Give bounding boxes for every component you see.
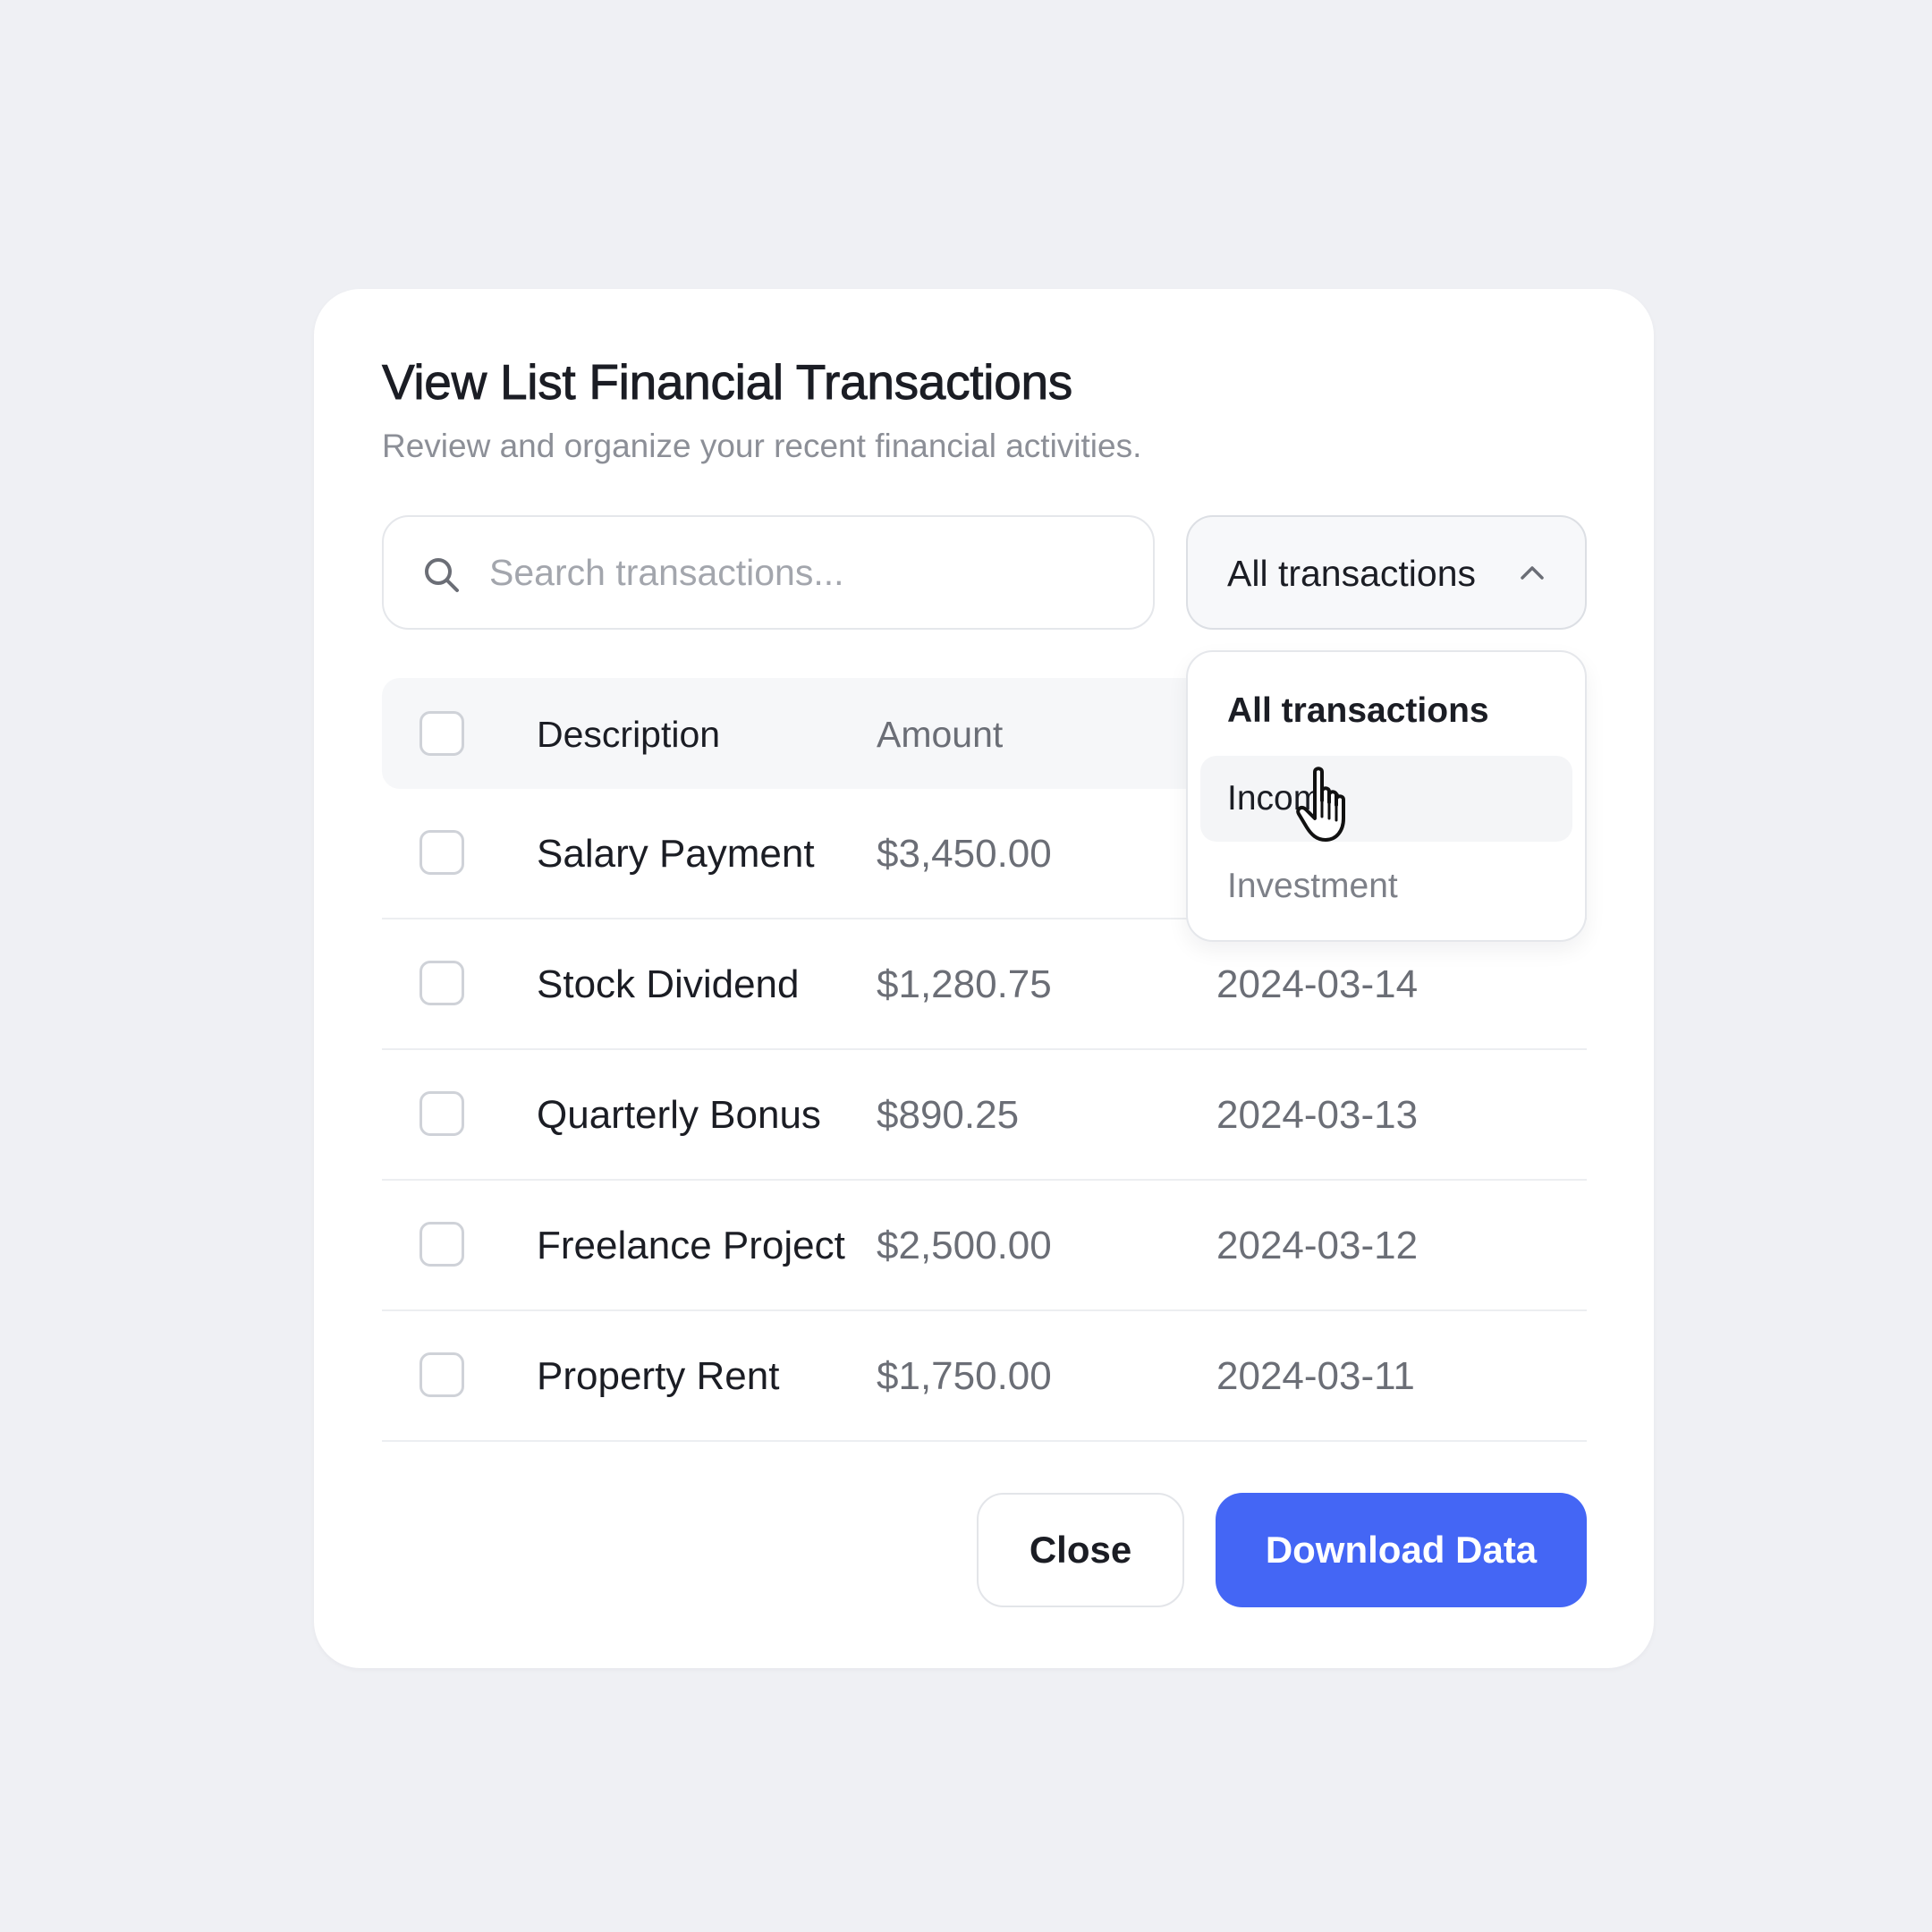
row-checkbox[interactable] bbox=[419, 1352, 464, 1397]
amount-cell: $890.25 bbox=[877, 1093, 1020, 1137]
table-row[interactable]: Property Rent $1,750.00 2024-03-11 bbox=[382, 1311, 1587, 1442]
column-header-description: Description bbox=[537, 714, 721, 755]
option-income[interactable]: Income bbox=[1200, 756, 1572, 842]
hand-pointer-cursor-icon bbox=[1296, 767, 1345, 842]
description-cell: Stock Dividend bbox=[537, 962, 800, 1006]
chevron-up-icon bbox=[1521, 566, 1544, 580]
amount-cell: $1,750.00 bbox=[877, 1354, 1052, 1398]
description-cell: Quarterly Bonus bbox=[537, 1093, 821, 1137]
row-checkbox[interactable] bbox=[419, 830, 464, 875]
date-cell: 2024-03-11 bbox=[1216, 1354, 1415, 1398]
row-checkbox[interactable] bbox=[419, 1222, 464, 1267]
amount-cell: $1,280.75 bbox=[877, 962, 1052, 1006]
row-checkbox[interactable] bbox=[419, 1091, 464, 1136]
option-investment[interactable]: Investment bbox=[1200, 843, 1572, 929]
dialog-title: View List Financial Transactions bbox=[382, 354, 1073, 411]
amount-cell: $2,500.00 bbox=[877, 1224, 1052, 1267]
select-value: All transactions bbox=[1227, 553, 1477, 594]
search-input[interactable] bbox=[489, 517, 1115, 628]
transactions-dialog: View List Financial Transactions Review … bbox=[314, 289, 1654, 1668]
option-label: Investment bbox=[1227, 867, 1398, 905]
transaction-type-select[interactable]: All transactions bbox=[1186, 515, 1587, 630]
option-all-transactions[interactable]: All transactions bbox=[1200, 668, 1572, 754]
search-box[interactable] bbox=[382, 515, 1155, 630]
download-data-button[interactable]: Download Data bbox=[1216, 1493, 1587, 1607]
dialog-subtitle: Review and organize your recent financia… bbox=[382, 428, 1142, 464]
close-button[interactable]: Close bbox=[977, 1493, 1184, 1607]
amount-cell: $3,450.00 bbox=[877, 832, 1052, 876]
description-cell: Freelance Project bbox=[537, 1224, 845, 1267]
search-icon bbox=[425, 558, 459, 592]
description-cell: Salary Payment bbox=[537, 832, 815, 876]
option-label: All transactions bbox=[1227, 691, 1489, 730]
date-cell: 2024-03-14 bbox=[1216, 962, 1419, 1006]
row-checkbox[interactable] bbox=[419, 961, 464, 1005]
date-cell: 2024-03-13 bbox=[1216, 1093, 1419, 1137]
description-cell: Property Rent bbox=[537, 1354, 780, 1398]
filter-dropdown-menu: All transactions Income Investment bbox=[1186, 650, 1587, 942]
table-row[interactable]: Quarterly Bonus $890.25 2024-03-13 bbox=[382, 1050, 1587, 1181]
date-cell: 2024-03-12 bbox=[1216, 1224, 1419, 1267]
select-all-checkbox[interactable] bbox=[419, 711, 464, 756]
table-row[interactable]: Freelance Project $2,500.00 2024-03-12 bbox=[382, 1181, 1587, 1311]
column-header-amount: Amount bbox=[877, 714, 1004, 755]
